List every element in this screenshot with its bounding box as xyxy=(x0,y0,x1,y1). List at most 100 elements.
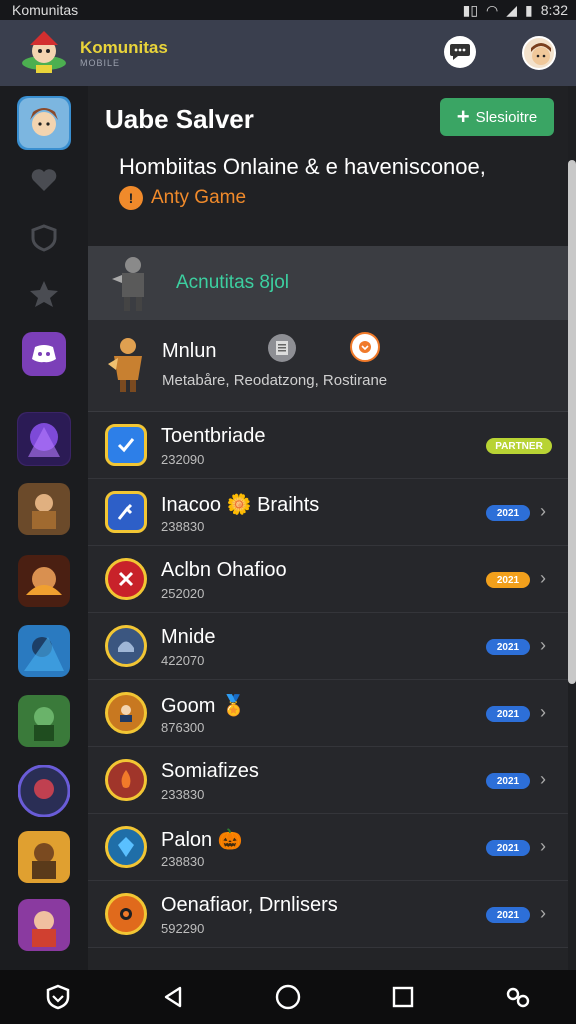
hero-tag-label: Anty Game xyxy=(151,187,247,208)
side-rail xyxy=(0,86,88,970)
rail-avatar-hero[interactable] xyxy=(17,96,71,150)
chevron-right-icon[interactable]: › xyxy=(540,836,546,857)
status-app-name: Komunitas xyxy=(12,2,79,18)
brand-title: Komunitas xyxy=(80,38,168,57)
gem-icon xyxy=(105,826,147,868)
list-item[interactable]: Oenafiaor, Drnlisers 592290 2021 › xyxy=(88,881,568,948)
home-icon[interactable] xyxy=(272,981,304,1013)
rail-game-1[interactable] xyxy=(17,412,71,466)
rail-game-6[interactable] xyxy=(17,764,71,818)
item-number: 422070 xyxy=(161,653,205,668)
brand: Komunitas MOBILE xyxy=(80,38,168,68)
subscribe-label: Slesioitre xyxy=(475,108,538,126)
burst-icon xyxy=(105,893,147,935)
rail-game-5[interactable] xyxy=(17,694,71,748)
item-badge: 2021 xyxy=(486,773,530,789)
mascot-logo[interactable] xyxy=(16,25,72,81)
helmet-icon xyxy=(105,625,147,667)
star-icon[interactable] xyxy=(28,278,60,310)
chevron-right-icon[interactable]: › xyxy=(540,501,546,522)
rail-game-4[interactable] xyxy=(17,624,71,678)
chevron-right-icon[interactable]: › xyxy=(540,568,546,589)
list-item[interactable]: Toentbriade 232090 PARTNER xyxy=(88,412,568,479)
check-icon xyxy=(105,424,147,466)
plus-icon: + xyxy=(456,104,470,129)
hero-subtitle: Hombiitas Onlaine & e havenisconoe, xyxy=(119,154,486,179)
system-nav-bar xyxy=(0,970,576,1024)
item-name: Goom 🏅 xyxy=(161,695,246,717)
game-dot-icon: ! xyxy=(119,186,143,210)
document-icon[interactable] xyxy=(268,334,296,362)
discord-icon[interactable] xyxy=(22,332,66,376)
hero-card: Uabe Salver + Slesioitre Hombiitas Onlai… xyxy=(88,86,568,246)
item-number: 238830 xyxy=(161,519,205,534)
item-name: Mnide xyxy=(161,626,216,648)
settings-icon[interactable] xyxy=(502,981,534,1013)
item-number: 252020 xyxy=(161,586,205,601)
item-number: 233830 xyxy=(161,787,205,802)
sim-icon: ▮▯ xyxy=(462,1,479,18)
wifi-icon: ◠ xyxy=(486,1,499,18)
list-item[interactable]: Goom 🏅 876300 2021 › xyxy=(88,680,568,747)
rail-game-8[interactable] xyxy=(17,898,71,952)
item-badge: 2021 xyxy=(486,706,530,722)
signal-icon: ◢ xyxy=(506,1,518,18)
status-time: 8:32 xyxy=(540,2,568,18)
back-icon[interactable] xyxy=(157,981,189,1013)
rail-game-3[interactable] xyxy=(17,554,71,608)
app-bar: Komunitas MOBILE xyxy=(0,20,576,86)
item-badge: 2021 xyxy=(486,639,530,655)
chevron-right-icon[interactable]: › xyxy=(540,769,546,790)
cross-icon xyxy=(105,558,147,600)
item-badge: 2021 xyxy=(486,840,530,856)
recents-icon[interactable] xyxy=(387,981,419,1013)
featured-name: Mnlun xyxy=(162,340,217,362)
chat-button[interactable] xyxy=(444,36,476,68)
item-name: Oenafiaor, Drnlisers xyxy=(161,894,338,916)
shield-icon[interactable] xyxy=(28,222,60,254)
main-panel: Uabe Salver + Slesioitre Hombiitas Onlai… xyxy=(88,86,568,970)
item-badge: 2021 xyxy=(486,572,530,588)
tool-icon xyxy=(105,491,147,533)
knight-icon xyxy=(104,334,152,394)
rail-game-7[interactable] xyxy=(17,830,71,884)
scrollbar[interactable] xyxy=(568,160,576,684)
list-item[interactable]: Mnide 422070 2021 › xyxy=(88,613,568,680)
item-name: Palon 🎃 xyxy=(161,829,243,851)
chevron-right-icon[interactable]: › xyxy=(540,903,546,924)
user-avatar[interactable] xyxy=(522,36,556,70)
item-number: 876300 xyxy=(161,720,205,735)
chevron-right-icon[interactable]: › xyxy=(540,635,546,656)
badge-icon[interactable] xyxy=(350,332,380,362)
section-label: Acnutitas 8jol xyxy=(176,272,290,293)
item-name: Toentbriade xyxy=(161,425,266,447)
item-number: 592290 xyxy=(161,921,205,936)
item-number: 238830 xyxy=(161,854,205,869)
page-title: Uabe Salver xyxy=(105,104,254,134)
fire-icon xyxy=(105,759,147,801)
status-bar: Komunitas ▮▯ ◠ ◢ ▮ 8:32 xyxy=(0,0,576,20)
item-name: Somiafizes xyxy=(161,760,259,782)
battery-icon: ▮ xyxy=(525,1,533,18)
item-badge: PARTNER xyxy=(486,438,552,454)
item-number: 232090 xyxy=(161,452,205,467)
featured-item[interactable]: Mnlun Metabåre, Reodatzong, Rostirane xyxy=(88,320,568,412)
item-name: Inacoo 🌼 Braihts xyxy=(161,494,320,516)
hero-tag: ! Anty Game xyxy=(119,186,246,210)
heart-icon[interactable] xyxy=(28,164,60,196)
list-item[interactable]: Somiafizes 233830 2021 › xyxy=(88,747,568,814)
chat-bubble-icon xyxy=(450,44,470,60)
rail-game-2[interactable] xyxy=(17,482,71,536)
list-item[interactable]: Aclbn Ohafioo 252020 2021 › xyxy=(88,546,568,613)
chevron-right-icon[interactable]: › xyxy=(540,702,546,723)
hero-icon xyxy=(105,692,147,734)
subscribe-button[interactable]: + Slesioitre xyxy=(440,98,554,136)
item-name: Aclbn Ohafioo xyxy=(161,559,287,581)
featured-meta: Metabåre, Reodatzong, Rostirane xyxy=(162,372,388,389)
list-item[interactable]: Palon 🎃 238830 2021 › xyxy=(88,814,568,881)
brand-subtitle: MOBILE xyxy=(80,58,121,68)
app-shield-icon[interactable] xyxy=(42,981,74,1013)
item-badge: 2021 xyxy=(486,907,530,923)
warrior-icon xyxy=(106,253,160,313)
list-item[interactable]: Inacoo 🌼 Braihts 238830 2021 › xyxy=(88,479,568,546)
